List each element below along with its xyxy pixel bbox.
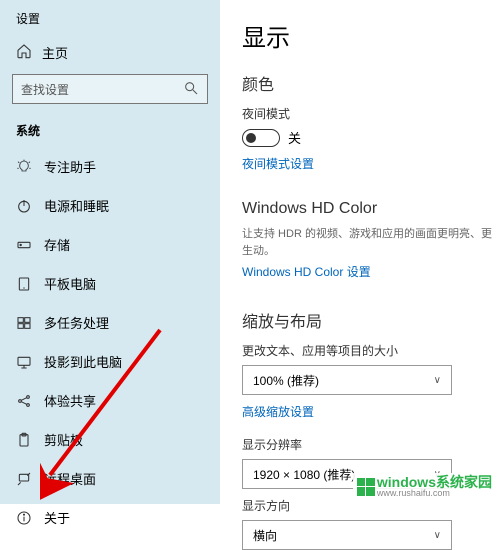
sidebar-item-shared[interactable]: 体验共享 [0, 381, 220, 420]
color-heading: 颜色 [242, 71, 492, 95]
sidebar-item-label: 关于 [44, 508, 70, 527]
home-icon [16, 43, 32, 62]
watermark-sub: www.rushaifu.com [377, 489, 492, 498]
sidebar-item-label: 投影到此电脑 [44, 352, 122, 371]
search-input[interactable]: 查找设置 [12, 74, 208, 104]
power-icon [16, 198, 32, 214]
night-mode-label: 夜间模式 [242, 105, 492, 122]
sidebar-item-label: 远程桌面 [44, 469, 96, 488]
sidebar-item-focus[interactable]: 专注助手 [0, 147, 220, 186]
home-label: 主页 [42, 43, 68, 62]
tablet-icon [16, 276, 32, 292]
sidebar-item-label: 多任务处理 [44, 313, 109, 332]
night-mode-toggle[interactable] [242, 129, 280, 147]
resolution-value: 1920 × 1080 (推荐) [253, 466, 355, 483]
home-button[interactable]: 主页 [0, 37, 220, 74]
chevron-down-icon: ∨ [434, 530, 441, 541]
watermark-main: windows系统家园 [377, 475, 492, 489]
sidebar-item-label: 专注助手 [44, 157, 96, 176]
sidebar-item-label: 电源和睡眠 [44, 196, 109, 215]
advanced-scale-link[interactable]: 高级缩放设置 [242, 403, 314, 420]
sidebar-item-label: 体验共享 [44, 391, 96, 410]
sidebar-item-project[interactable]: 投影到此电脑 [0, 342, 220, 381]
multitask-icon [16, 315, 32, 331]
storage-icon [16, 237, 32, 253]
clipboard-icon [16, 432, 32, 448]
search-icon [183, 80, 199, 99]
page-title: 显示 [242, 18, 492, 53]
sidebar-item-clipboard[interactable]: 剪贴板 [0, 420, 220, 459]
project-icon [16, 354, 32, 370]
toggle-state: 关 [288, 128, 301, 147]
sidebar: 设置 主页 查找设置 系统 专注助手 电源和睡眠 存储 平板电脑 多任务处理 投… [0, 0, 220, 504]
scale-value: 100% (推荐) [253, 372, 319, 389]
sidebar-item-multitask[interactable]: 多任务处理 [0, 303, 220, 342]
orientation-value: 横向 [253, 527, 277, 544]
settings-label: 设置 [0, 6, 220, 37]
about-icon [16, 510, 32, 526]
hd-color-heading: Windows HD Color [242, 200, 492, 218]
sidebar-item-tablet[interactable]: 平板电脑 [0, 264, 220, 303]
orientation-select[interactable]: 横向 ∨ [242, 520, 452, 550]
remote-icon [16, 471, 32, 487]
sidebar-item-remote[interactable]: 远程桌面 [0, 459, 220, 498]
search-placeholder: 查找设置 [21, 81, 69, 98]
category-label: 系统 [0, 118, 220, 147]
night-mode-settings-link[interactable]: 夜间模式设置 [242, 155, 314, 172]
scale-select[interactable]: 100% (推荐) ∨ [242, 365, 452, 395]
main-content: 显示 颜色 夜间模式 关 夜间模式设置 Windows HD Color 让支持… [220, 0, 500, 504]
scale-label: 更改文本、应用等项目的大小 [242, 342, 492, 359]
focus-icon [16, 159, 32, 175]
shared-icon [16, 393, 32, 409]
sidebar-item-label: 平板电脑 [44, 274, 96, 293]
scale-heading: 缩放与布局 [242, 308, 492, 332]
hd-color-link[interactable]: Windows HD Color 设置 [242, 263, 371, 280]
sidebar-item-label: 剪贴板 [44, 430, 83, 449]
sidebar-item-label: 存储 [44, 235, 70, 254]
sidebar-item-storage[interactable]: 存储 [0, 225, 220, 264]
watermark: windows系统家园 www.rushaifu.com [353, 473, 496, 500]
hd-color-desc: 让支持 HDR 的视频、游戏和应用的画面更明亮、更生动。 [242, 226, 492, 259]
watermark-logo-icon [357, 478, 375, 496]
chevron-down-icon: ∨ [434, 375, 441, 386]
resolution-label: 显示分辨率 [242, 436, 492, 453]
sidebar-item-power[interactable]: 电源和睡眠 [0, 186, 220, 225]
